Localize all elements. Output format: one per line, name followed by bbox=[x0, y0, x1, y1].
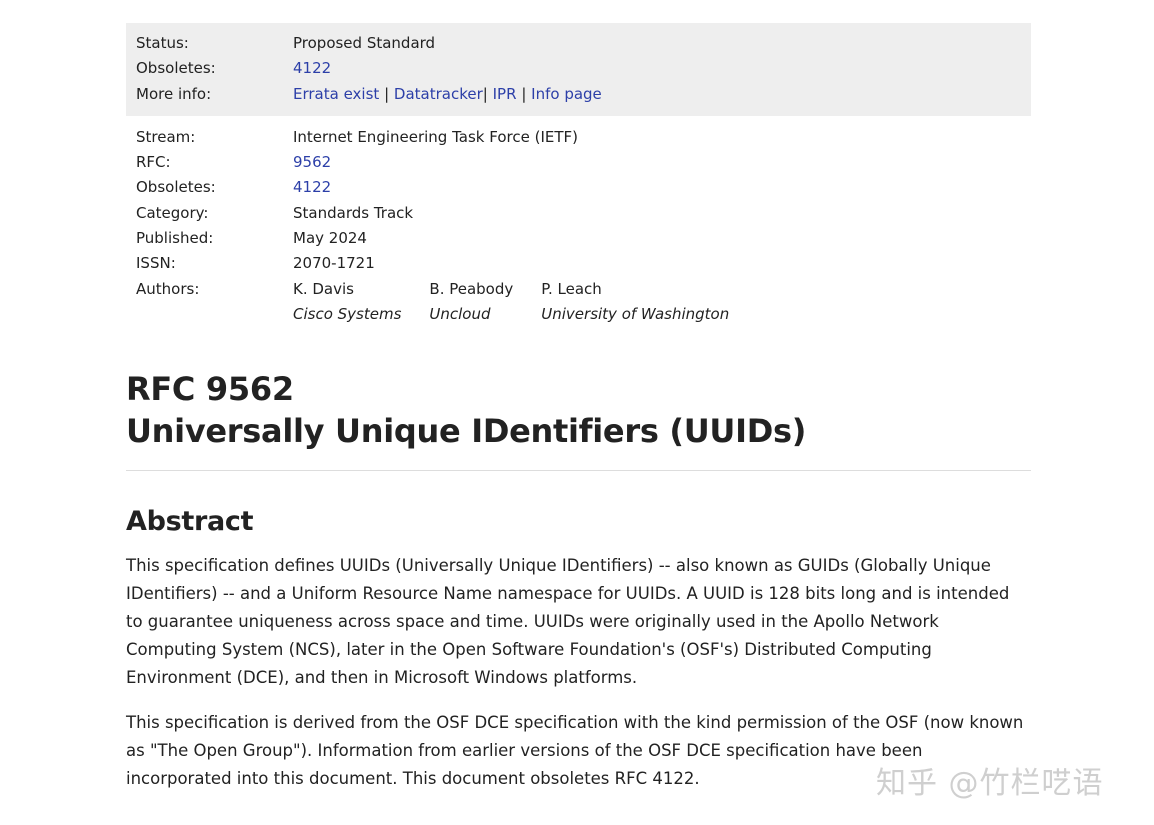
errata-link[interactable]: Errata exist bbox=[293, 85, 379, 103]
abstract-heading: Abstract bbox=[126, 506, 254, 538]
author-affiliation: University of Washington bbox=[541, 304, 730, 323]
obsoletes-link[interactable]: 4122 bbox=[293, 178, 331, 196]
status-obsoletes-row: Obsoletes: 4122 bbox=[136, 56, 1021, 81]
author-affiliation: Uncloud bbox=[429, 304, 491, 323]
category-label: Category: bbox=[136, 203, 209, 222]
abstract-paragraph: This specification defines UUIDs (Univer… bbox=[126, 556, 1010, 688]
document-title: RFC 9562 Universally Unique IDentifiers … bbox=[126, 368, 1031, 452]
author: K. Davis Cisco Systems bbox=[293, 277, 401, 328]
authors-list: K. Davis Cisco Systems B. Peabody Unclou… bbox=[293, 277, 1021, 328]
more-info-label: More info: bbox=[136, 84, 212, 103]
issn-label: ISSN: bbox=[136, 254, 176, 273]
watermark: 知乎 @竹栏呓语 bbox=[876, 766, 1104, 801]
metadata-block: Stream: Internet Engineering Task Force … bbox=[126, 116, 1031, 327]
author-affiliation: Cisco Systems bbox=[293, 304, 402, 323]
ipr-link[interactable]: IPR bbox=[493, 85, 517, 103]
status-obsoletes-label: Obsoletes: bbox=[136, 59, 216, 78]
published-value: May 2024 bbox=[293, 229, 367, 248]
published-label: Published: bbox=[136, 229, 214, 248]
more-info-row: More info: Errata exist | Datatracker| I… bbox=[136, 82, 1021, 107]
published-row: Published: May 2024 bbox=[136, 226, 1021, 251]
obsoletes-row: Obsoletes: 4122 bbox=[136, 175, 1021, 200]
authors-row: Authors: K. Davis Cisco Systems B. Peabo… bbox=[136, 277, 1021, 328]
author-name: K. Davis bbox=[293, 279, 354, 298]
stream-value: Internet Engineering Task Force (IETF) bbox=[293, 127, 578, 146]
author: B. Peabody Uncloud bbox=[429, 277, 513, 328]
status-row: Status: Proposed Standard bbox=[136, 31, 1021, 56]
title-divider bbox=[126, 470, 1031, 472]
category-row: Category: Standards Track bbox=[136, 201, 1021, 226]
rfc-number-link[interactable]: 9562 bbox=[293, 153, 331, 171]
status-label: Status: bbox=[136, 34, 189, 52]
issn-value: 2070-1721 bbox=[293, 254, 375, 273]
status-obsoletes-link[interactable]: 4122 bbox=[293, 59, 331, 77]
authors-label: Authors: bbox=[136, 279, 200, 298]
separator: | bbox=[384, 84, 390, 103]
stream-row: Stream: Internet Engineering Task Force … bbox=[136, 125, 1021, 150]
obsoletes-label: Obsoletes: bbox=[136, 178, 216, 197]
status-value: Proposed Standard bbox=[293, 34, 436, 52]
stream-label: Stream: bbox=[136, 127, 196, 146]
author: P. Leach University of Washington bbox=[541, 277, 729, 328]
issn-row: ISSN: 2070-1721 bbox=[136, 251, 1021, 276]
separator: | bbox=[521, 84, 527, 103]
author-name: B. Peabody bbox=[429, 279, 514, 298]
rfc-page: Status: Proposed Standard Obsoletes: 412… bbox=[126, 23, 1031, 793]
rfc-name-title: Universally Unique IDentifiers (UUIDs) bbox=[126, 412, 807, 451]
separator: | bbox=[482, 84, 488, 103]
rfc-label: RFC: bbox=[136, 153, 171, 172]
datatracker-link[interactable]: Datatracker bbox=[394, 85, 483, 103]
category-value: Standards Track bbox=[293, 203, 414, 222]
author-name: P. Leach bbox=[541, 279, 602, 298]
status-box: Status: Proposed Standard Obsoletes: 412… bbox=[126, 23, 1031, 116]
info-page-link[interactable]: Info page bbox=[531, 85, 602, 103]
rfc-number-title: RFC 9562 bbox=[126, 370, 294, 409]
rfc-row: RFC: 9562 bbox=[136, 150, 1021, 175]
